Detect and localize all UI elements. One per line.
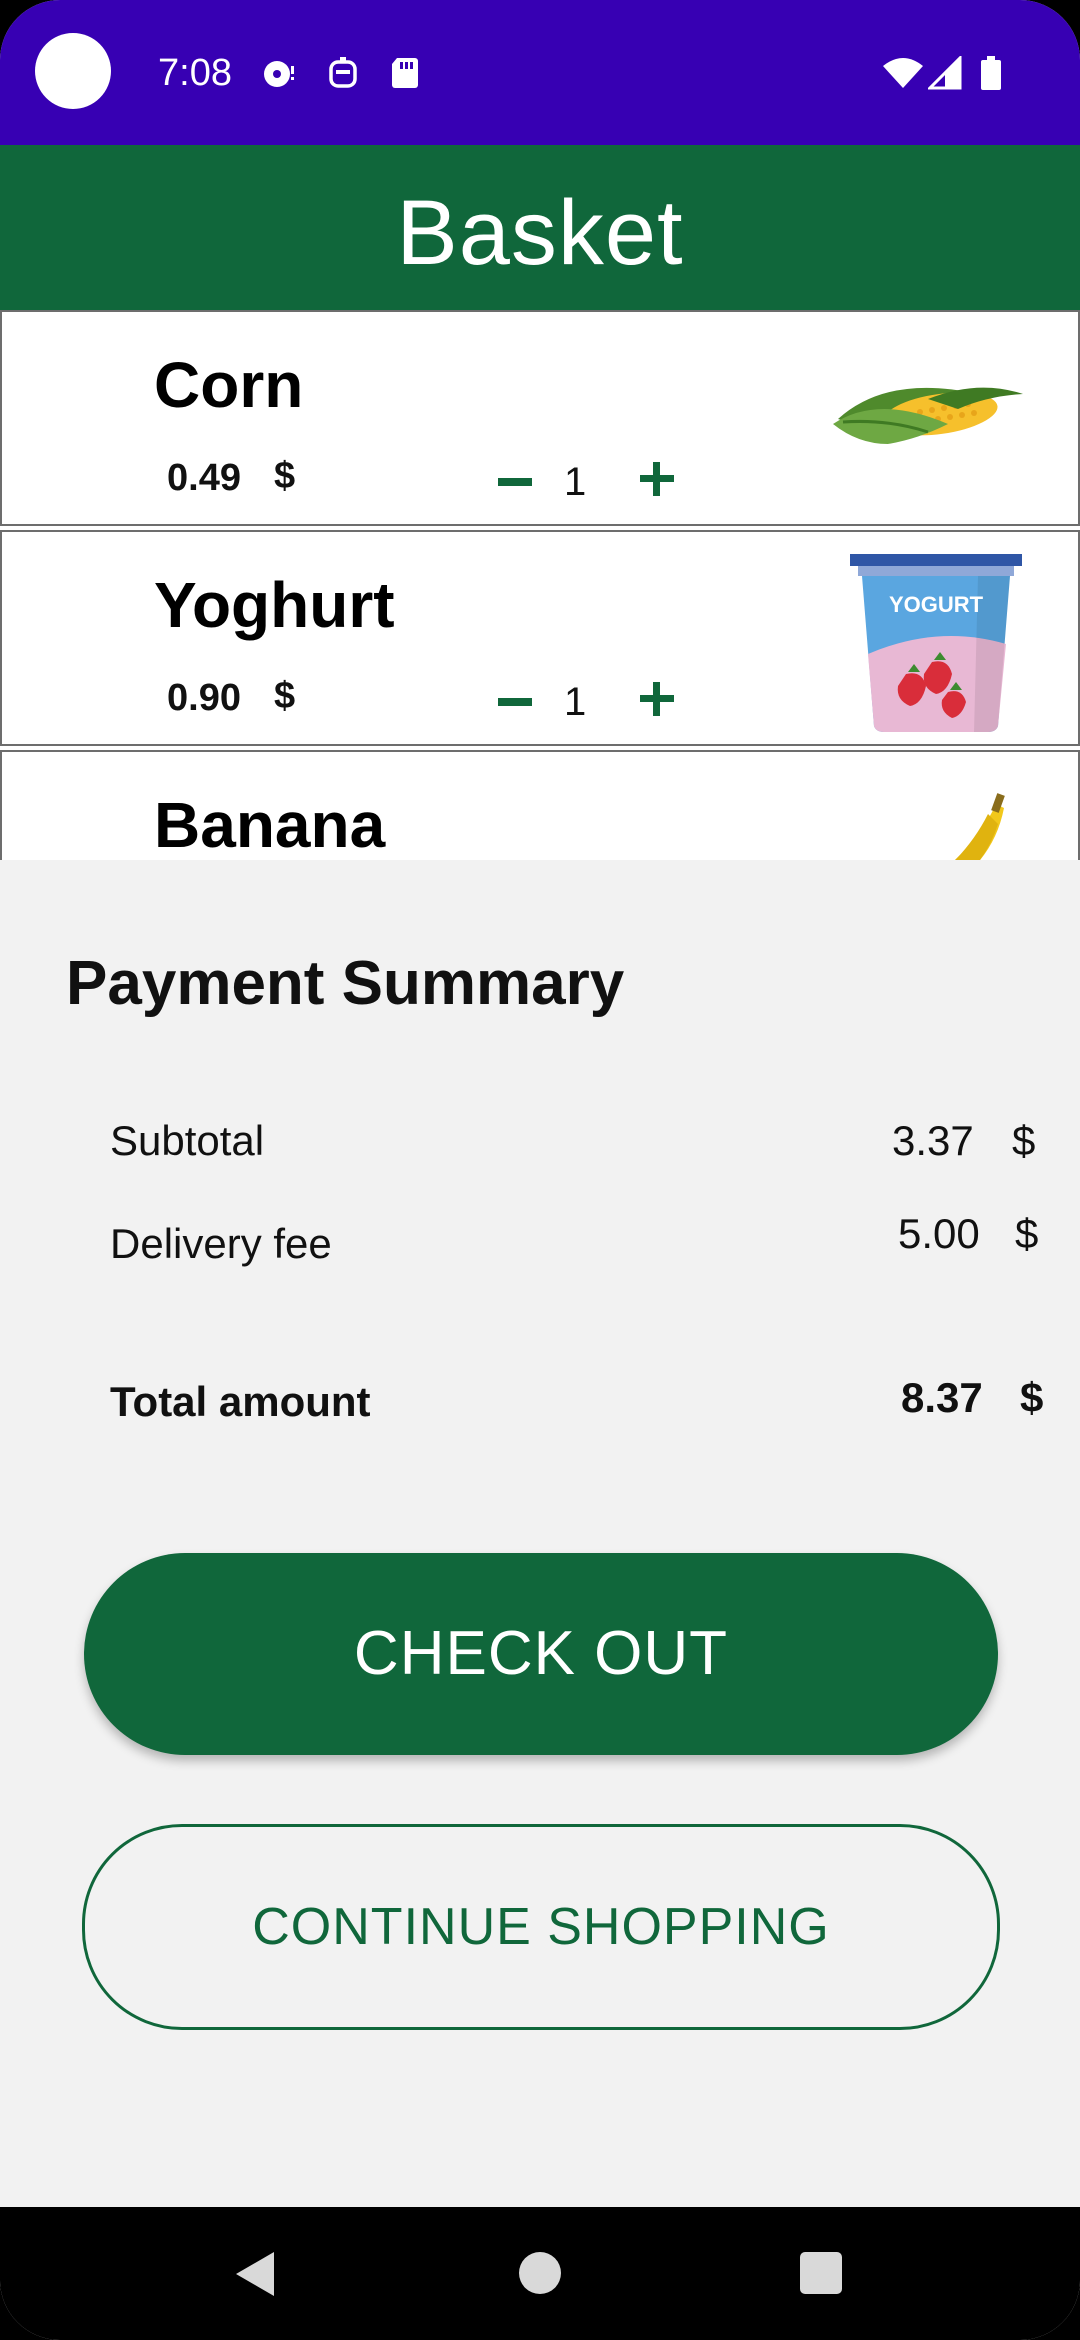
corn-icon	[833, 387, 1023, 444]
item-quantity: 1	[564, 460, 587, 504]
recents-icon[interactable]	[800, 2252, 842, 2294]
item-price: 0.90	[167, 677, 241, 719]
delivery-fee-label: Delivery fee	[110, 1220, 332, 1267]
screen: 7:08 Basket Corn 0.49 $ 1 Yoghurt 0.90 $…	[0, 0, 1080, 2340]
item-currency: $	[274, 675, 296, 717]
delivery-fee-value: 5.00	[898, 1210, 980, 1257]
increase-quantity-button[interactable]	[640, 462, 674, 496]
item-quantity: 1	[564, 680, 587, 724]
yogurt-cup-icon: YOGURT	[850, 554, 1022, 732]
back-icon[interactable]	[236, 2252, 274, 2296]
basket-list[interactable]: Corn 0.49 $ 1 Yoghurt 0.90 $ 1 YOGURT Ba…	[0, 310, 1080, 860]
payment-summary: Payment Summary Subtotal 3.37 $ Delivery…	[0, 860, 1080, 2207]
subtotal-label: Subtotal	[110, 1117, 265, 1164]
total-value: 8.37	[901, 1374, 983, 1421]
item-name: Corn	[154, 349, 304, 421]
item-price: 0.49	[167, 457, 241, 499]
decrease-quantity-button[interactable]	[498, 466, 532, 500]
home-icon[interactable]	[519, 2252, 561, 2294]
basket-item-corn: Corn 0.49 $ 1	[0, 310, 1080, 526]
camera-cutout	[35, 33, 111, 109]
subtotal-value: 3.37	[892, 1117, 974, 1164]
item-currency: $	[274, 455, 296, 497]
delivery-fee-currency: $	[1015, 1210, 1039, 1257]
yogurt-label-text: YOGURT	[889, 592, 984, 617]
item-name: Yoghurt	[154, 569, 395, 641]
app-bar: Basket	[0, 145, 1080, 310]
banana-icon	[954, 793, 1005, 860]
robot-icon	[329, 57, 357, 88]
status-bar: 7:08	[0, 0, 1080, 145]
status-time: 7:08	[158, 52, 232, 94]
subtotal-currency: $	[1012, 1117, 1036, 1164]
disc-icon	[264, 61, 294, 87]
total-currency: $	[1020, 1374, 1044, 1421]
signal-icon	[928, 56, 962, 90]
navigation-bar	[0, 2207, 1080, 2340]
decrease-quantity-button[interactable]	[498, 686, 532, 720]
continue-shopping-button[interactable]: CONTINUE SHOPPING	[82, 1824, 1000, 2030]
sd-card-icon	[392, 58, 418, 88]
wifi-icon	[883, 58, 923, 88]
basket-item-yoghurt: Yoghurt 0.90 $ 1 YOGURT	[0, 530, 1080, 746]
basket-item-banana: Banana	[0, 750, 1080, 860]
increase-quantity-button[interactable]	[640, 682, 674, 716]
summary-title: Payment Summary	[66, 949, 625, 1018]
battery-icon	[981, 56, 1001, 90]
page-title: Basket	[396, 182, 684, 284]
checkout-button[interactable]: CHECK OUT	[84, 1553, 998, 1755]
item-name: Banana	[154, 789, 386, 860]
total-label: Total amount	[110, 1378, 371, 1425]
